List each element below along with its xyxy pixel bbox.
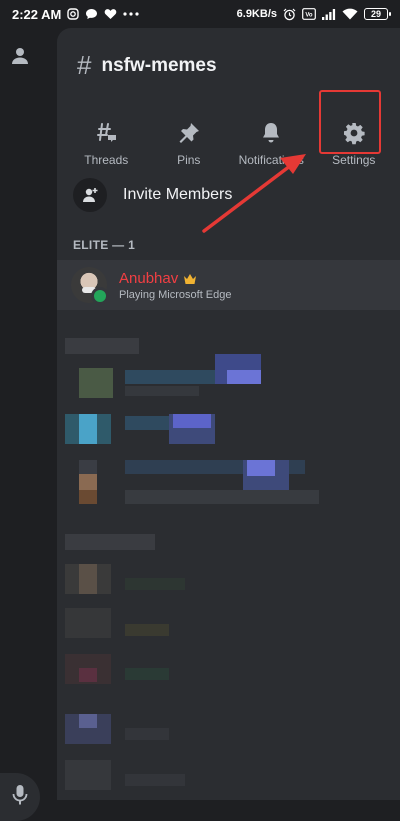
crown-icon xyxy=(183,272,197,284)
member-name-row: Anubhav xyxy=(119,270,232,287)
settings-highlight-box xyxy=(319,90,381,154)
hash-icon: # xyxy=(77,50,92,80)
settings-label: Settings xyxy=(332,153,376,167)
threads-icon xyxy=(94,121,118,145)
add-user-icon xyxy=(73,178,107,212)
battery-indicator: 29 xyxy=(364,8,391,20)
channel-header: # nsfw-memes xyxy=(77,50,217,81)
channel-name: nsfw-memes xyxy=(101,54,217,76)
invite-members-label: Invite Members xyxy=(123,186,233,203)
avatar[interactable] xyxy=(71,267,109,305)
member-row[interactable]: Anubhav Playing Microsoft Edge xyxy=(57,260,400,310)
invite-members-button[interactable]: Invite Members xyxy=(73,178,232,212)
member-section-title: ELITE — 1 xyxy=(73,238,136,252)
threads-button[interactable]: Threads xyxy=(65,102,148,186)
volte-icon: Vo xyxy=(302,8,316,20)
notifications-button[interactable]: Notifications xyxy=(230,102,313,186)
signal-icon xyxy=(322,8,336,20)
wifi-icon xyxy=(342,8,358,20)
chat-bubble-icon xyxy=(85,8,98,20)
instagram-icon xyxy=(67,8,80,20)
left-rail xyxy=(0,28,50,821)
notifications-label: Notifications xyxy=(238,153,304,167)
online-status-dot xyxy=(91,287,109,305)
pins-button[interactable]: Pins xyxy=(148,102,231,186)
microphone-button[interactable] xyxy=(0,773,40,821)
member-name: Anubhav xyxy=(119,269,179,287)
pin-icon xyxy=(177,121,201,145)
members-icon[interactable] xyxy=(8,44,32,68)
member-text: Anubhav Playing Microsoft Edge xyxy=(119,270,232,301)
svg-text:Vo: Vo xyxy=(305,13,313,19)
bell-icon xyxy=(259,121,283,145)
threads-label: Threads xyxy=(84,153,129,167)
status-bar: 2:22 AM 6.9KB/s Vo 29 xyxy=(0,0,400,28)
more-dots-icon xyxy=(123,12,139,16)
member-activity: Playing Microsoft Edge xyxy=(119,288,232,301)
heart-icon xyxy=(104,8,117,20)
status-time: 2:22 AM xyxy=(12,6,62,22)
network-speed: 6.9KB/s xyxy=(236,8,277,20)
status-right: 6.9KB/s Vo 29 xyxy=(236,8,391,21)
microphone-icon xyxy=(12,784,28,811)
status-left: 2:22 AM xyxy=(12,7,139,22)
pins-label: Pins xyxy=(177,153,201,167)
alarm-icon xyxy=(283,8,296,21)
